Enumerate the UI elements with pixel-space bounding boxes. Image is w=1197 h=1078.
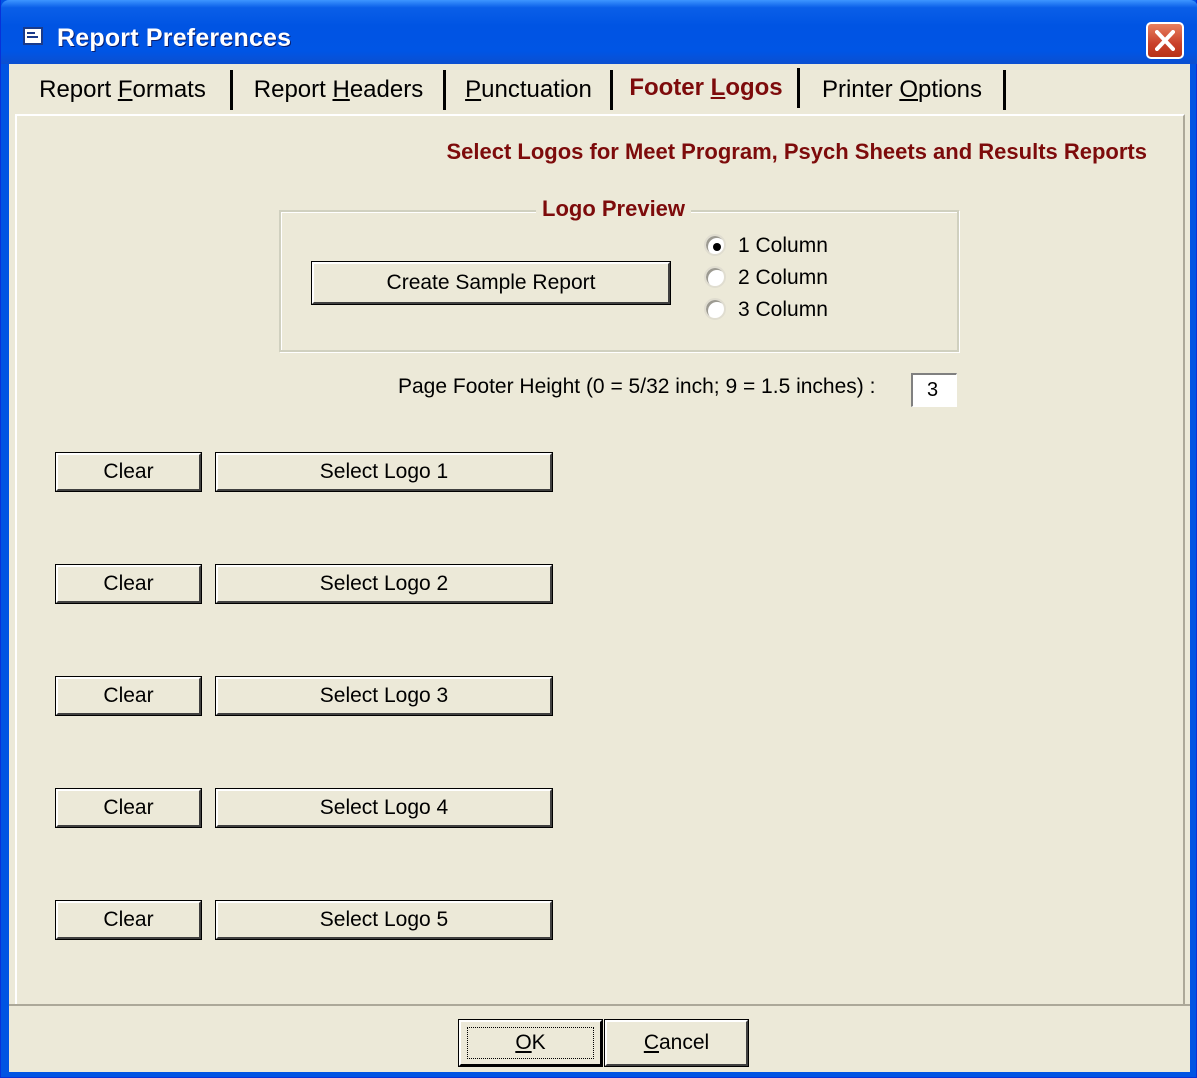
radio-button-icon xyxy=(704,298,726,320)
tab-report-headers[interactable]: Report Headers xyxy=(234,70,446,110)
button-label: Clear xyxy=(103,572,154,595)
button-label: Create Sample Report xyxy=(386,271,596,294)
dialog-button-bar: OK Cancel xyxy=(9,1004,1190,1072)
button-label: Clear xyxy=(103,460,154,483)
footer-logos-panel: Select Logos for Meet Program, Psych She… xyxy=(15,114,1185,1004)
tab-label: Report xyxy=(253,76,333,103)
tab-printer-options[interactable]: Printer Options xyxy=(801,70,1006,110)
button-label: Clear xyxy=(103,796,154,819)
tab-footer-logos[interactable]: Footer Logos xyxy=(615,68,800,108)
button-label: Clear xyxy=(103,908,154,931)
panel-heading: Select Logos for Meet Program, Psych She… xyxy=(446,139,1147,164)
radio-label: 2 Column xyxy=(738,266,828,289)
tab-label: Printer xyxy=(821,76,900,103)
button-label: Select Logo 3 xyxy=(319,684,449,707)
tab-label-mnemonic: H xyxy=(332,76,350,103)
clear-logo-5-button[interactable]: Clear xyxy=(55,900,202,940)
page-footer-height-input[interactable]: 3 xyxy=(911,373,957,407)
window-title: Report Preferences xyxy=(57,24,292,52)
button-label: Select Logo 5 xyxy=(319,908,449,931)
clear-logo-4-button[interactable]: Clear xyxy=(55,788,202,828)
tab-punctuation[interactable]: Punctuation xyxy=(447,70,613,110)
radio-label: 1 Column xyxy=(738,234,828,257)
button-label: Select Logo 4 xyxy=(319,796,449,819)
tab-label: eaders xyxy=(349,76,424,103)
report-window-icon xyxy=(23,27,43,45)
page-footer-height-label: Page Footer Height (0 = 5/32 inch; 9 = 1… xyxy=(398,375,876,398)
select-logo-3-button[interactable]: Select Logo 3 xyxy=(215,676,553,716)
tab-label-mnemonic: F xyxy=(117,76,133,103)
cancel-button-label: ancel xyxy=(658,1031,710,1054)
clear-logo-1-button[interactable]: Clear xyxy=(55,452,202,492)
clear-logo-3-button[interactable]: Clear xyxy=(55,676,202,716)
close-button[interactable] xyxy=(1146,22,1184,59)
logo-preview-legend: Logo Preview xyxy=(536,196,692,222)
radio-button-icon xyxy=(704,234,726,256)
ok-button[interactable]: OK xyxy=(458,1019,603,1067)
tab-label: Report xyxy=(39,76,118,103)
select-logo-5-button[interactable]: Select Logo 5 xyxy=(215,900,553,940)
cancel-button[interactable]: Cancel xyxy=(604,1019,749,1067)
tab-label-mnemonic: P xyxy=(465,76,482,103)
close-icon xyxy=(1155,30,1175,51)
tab-label: ogos xyxy=(725,74,783,101)
tab-strip: Report Formats Report Headers Punctuatio… xyxy=(9,64,1190,114)
tab-label: ptions xyxy=(917,76,983,103)
button-label: Select Logo 1 xyxy=(319,460,449,483)
tab-label-mnemonic: O xyxy=(899,76,918,103)
tab-label: unctuation xyxy=(481,76,592,103)
tab-label: Footer xyxy=(629,74,711,101)
radio-button-icon xyxy=(704,266,726,288)
focus-rectangle xyxy=(467,1027,594,1059)
select-logo-1-button[interactable]: Select Logo 1 xyxy=(215,452,553,492)
tab-label-mnemonic: L xyxy=(710,74,726,101)
cancel-button-mnemonic: C xyxy=(643,1031,659,1054)
dialog-client-area: Report Formats Report Headers Punctuatio… xyxy=(9,64,1190,1072)
radio-selected-dot xyxy=(713,243,721,251)
tab-report-formats[interactable]: Report Formats xyxy=(15,70,233,110)
select-logo-4-button[interactable]: Select Logo 4 xyxy=(215,788,553,828)
clear-logo-2-button[interactable]: Clear xyxy=(55,564,202,604)
title-bar[interactable]: Report Preferences xyxy=(1,0,1197,64)
create-sample-report-button[interactable]: Create Sample Report xyxy=(311,261,671,305)
button-label: Select Logo 2 xyxy=(319,572,449,595)
tab-label: ormats xyxy=(132,76,206,103)
report-preferences-window: Report Preferences Report Formats Report… xyxy=(0,0,1197,1078)
select-logo-2-button[interactable]: Select Logo 2 xyxy=(215,564,553,604)
radio-label: 3 Column xyxy=(738,298,828,321)
button-label: Clear xyxy=(103,684,154,707)
